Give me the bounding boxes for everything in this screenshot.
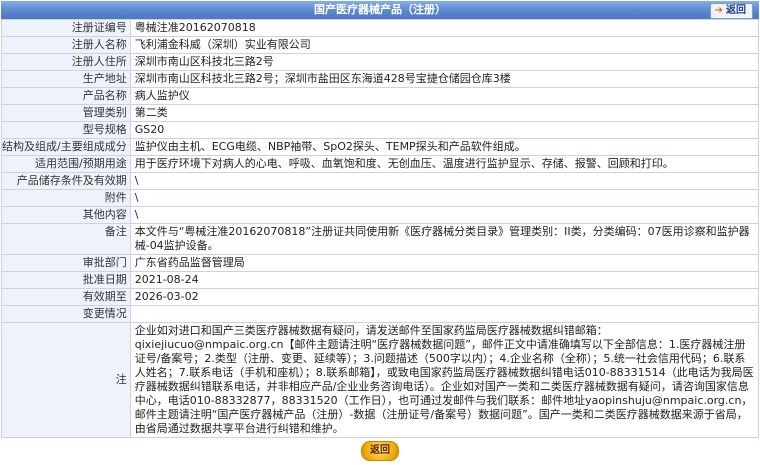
table-row: 型号规格 GS20 (1, 121, 760, 139)
field-value: \ (129, 172, 760, 190)
back-button-top[interactable]: ➜ 返回 (709, 3, 753, 19)
table-row: 产品名称 病人监护仪 (1, 87, 760, 105)
field-label: 产品名称 (1, 87, 131, 105)
field-label: 注 (1, 322, 131, 438)
footer: 返回 (0, 438, 760, 464)
field-value: \ (129, 189, 760, 207)
field-label: 备注 (1, 223, 131, 255)
field-label: 批准日期 (1, 271, 131, 289)
table-row: 附件 \ (1, 189, 760, 207)
field-value: 粤械注准20162070818 (129, 19, 760, 37)
table-row: 变更情况 (1, 305, 760, 323)
page-title: 国产医疗器械产品（注册） (314, 3, 446, 16)
table-row: 批准日期 2021-08-24 (1, 271, 760, 289)
field-label: 产品储存条件及有效期 (1, 172, 131, 190)
table-row: 备注 本文件与“粤械注准20162070818”注册证共同使用新《医疗器械分类目录… (1, 223, 760, 255)
field-label: 结构及组成/主要组成成分 (1, 138, 131, 156)
field-value: \ (129, 206, 760, 224)
table-row-note: 注 企业如对进口和国产三类医疗器械数据有疑问，请发送邮件至国家药监局医疗器械数据… (1, 322, 760, 438)
field-value: 2026-03-02 (129, 288, 760, 306)
arrow-right-icon: ➜ (714, 5, 723, 16)
field-label: 管理类别 (1, 104, 131, 122)
field-value: GS20 (129, 121, 760, 139)
info-table: 注册证编号 粤械注准20162070818 注册人名称 飞利浦金科威（深圳）实业有限公… (1, 19, 760, 438)
table-row: 审批部门 广东省药品监督管理局 (1, 254, 760, 272)
field-label: 变更情况 (1, 305, 131, 323)
table-row: 结构及组成/主要组成成分 监护仪由主机、ECG电缆、NBP袖带、SpO2探头、TE… (1, 138, 760, 156)
field-label: 适用范围/预期用途 (1, 155, 131, 173)
back-button-label: 返回 (726, 5, 746, 16)
field-value: 本文件与“粤械注准20162070818”注册证共同使用新《医疗器械分类目录》管… (129, 223, 760, 255)
page-header: 国产医疗器械产品（注册） ➜ 返回 (1, 1, 759, 19)
field-label: 其他内容 (1, 206, 131, 224)
note-text: 企业如对进口和国产三类医疗器械数据有疑问，请发送邮件至国家药监局医疗器械数据纠错… (129, 322, 760, 438)
field-value: 深圳市南山区科技北三路2号；深圳市盐田区东海道428号宝捷仓储园仓库3楼 (129, 70, 760, 88)
field-value: 病人监护仪 (129, 87, 760, 105)
table-row: 管理类别 第二类 (1, 104, 760, 122)
field-label: 有效期至 (1, 288, 131, 306)
field-label: 附件 (1, 189, 131, 207)
table-row: 产品储存条件及有效期 \ (1, 172, 760, 190)
table-row: 生产地址 深圳市南山区科技北三路2号；深圳市盐田区东海道428号宝捷仓储园仓库3楼 (1, 70, 760, 88)
table-row: 注册证编号 粤械注准20162070818 (1, 19, 760, 37)
field-value: 广东省药品监督管理局 (129, 254, 760, 272)
table-row: 有效期至 2026-03-02 (1, 288, 760, 306)
field-label: 审批部门 (1, 254, 131, 272)
table-row: 适用范围/预期用途 用于医疗环境下对病人的心电、呼吸、血氧饱和度、无创血压、温度进… (1, 155, 760, 173)
field-value: 第二类 (129, 104, 760, 122)
field-value: 监护仪由主机、ECG电缆、NBP袖带、SpO2探头、TEMP探头和产品软件组成。 (129, 138, 760, 156)
field-label: 注册证编号 (1, 19, 131, 37)
table-row: 注册人住所 深圳市南山区科技北三路2号 (1, 53, 760, 71)
table-row: 其他内容 \ (1, 206, 760, 224)
field-value: 用于医疗环境下对病人的心电、呼吸、血氧饱和度、无创血压、温度进行监护显示、存储、… (129, 155, 760, 173)
field-value: 深圳市南山区科技北三路2号 (129, 53, 760, 71)
field-value (129, 305, 760, 323)
field-label: 注册人住所 (1, 53, 131, 71)
field-label: 生产地址 (1, 70, 131, 88)
field-value: 飞利浦金科威（深圳）实业有限公司 (129, 36, 760, 54)
back-button-bottom[interactable]: 返回 (361, 441, 399, 461)
field-value: 2021-08-24 (129, 271, 760, 289)
table-row: 注册人名称 飞利浦金科威（深圳）实业有限公司 (1, 36, 760, 54)
field-label: 型号规格 (1, 121, 131, 139)
field-label: 注册人名称 (1, 36, 131, 54)
